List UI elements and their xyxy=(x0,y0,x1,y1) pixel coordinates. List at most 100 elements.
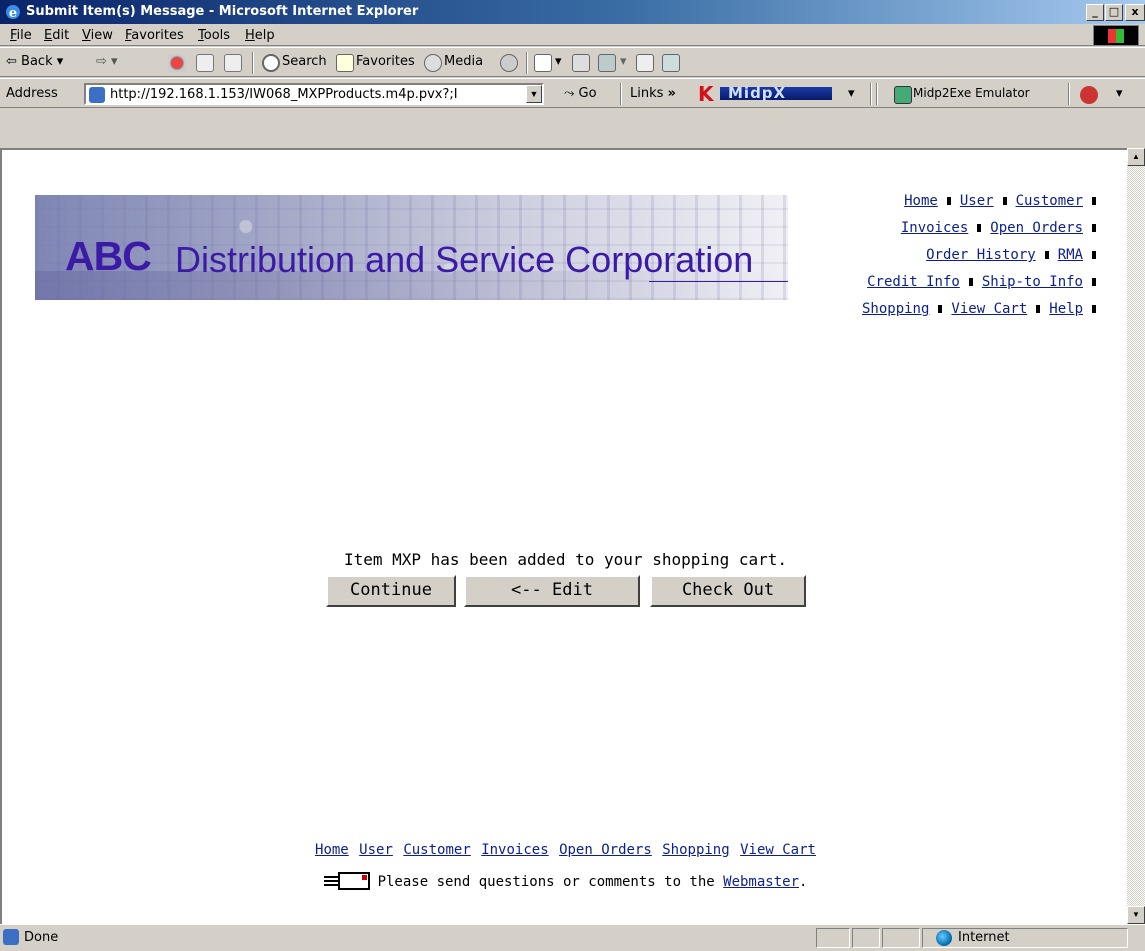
go-button[interactable]: ⤳ Go xyxy=(564,86,597,101)
toolbar-separator xyxy=(876,83,878,105)
svg-text:e: e xyxy=(9,6,17,21)
edit-button[interactable]: <-- Edit xyxy=(464,575,640,607)
nav-user[interactable]: User xyxy=(960,193,994,209)
title-bar: e Submit Item(s) Message - Microsoft Int… xyxy=(0,0,1145,24)
address-dropdown-button[interactable]: ▼ xyxy=(526,85,542,103)
menu-view[interactable]: View xyxy=(82,28,113,43)
address-input[interactable]: http://192.168.1.153/IW068_MXPProducts.m… xyxy=(84,83,544,105)
mail-icon[interactable] xyxy=(534,54,552,72)
links-button[interactable]: Links » xyxy=(630,86,676,101)
search-icon[interactable] xyxy=(262,54,280,72)
footer-nav-open-orders[interactable]: Open Orders xyxy=(559,842,652,858)
menu-help[interactable]: Help xyxy=(245,28,275,43)
footer-nav-home[interactable]: Home xyxy=(315,842,349,858)
menu-bar: File Edit View Favorites Tools Help xyxy=(0,24,1145,46)
address-label: Address xyxy=(6,86,58,101)
nav-open-orders[interactable]: Open Orders xyxy=(990,220,1083,236)
footer-nav-customer[interactable]: Customer xyxy=(403,842,470,858)
banner-company-name: Distribution and Service Corporation xyxy=(175,239,754,280)
back-button[interactable]: ⇦ Back ▾ xyxy=(6,54,63,69)
footer-contact: Please send questions or comments to the… xyxy=(2,870,1129,890)
scroll-track[interactable] xyxy=(1127,166,1145,906)
mail-dropdown[interactable]: ▾ xyxy=(555,54,562,69)
windows-logo-icon xyxy=(1093,25,1139,46)
midp2exe-button[interactable]: Midp2Exe Emulator xyxy=(913,86,1030,100)
favorites-button[interactable]: Favorites xyxy=(356,54,415,69)
nav-shopping[interactable]: Shopping xyxy=(862,301,929,317)
close-button[interactable]: x xyxy=(1125,4,1145,21)
forward-button[interactable]: ⇨ ▾ xyxy=(96,54,118,69)
scroll-up-button[interactable]: ▲ xyxy=(1127,148,1145,166)
nav-credit-info[interactable]: Credit Info xyxy=(867,274,960,290)
toolbar-separator xyxy=(526,52,528,74)
cart-confirmation-message: Item MXP has been added to your shopping… xyxy=(343,550,788,569)
back-label: Back xyxy=(21,54,53,69)
banner-abc: ABC xyxy=(65,233,152,279)
page-content: ABC Distribution and Service Corporation… xyxy=(0,148,1127,924)
scroll-down-button[interactable]: ▼ xyxy=(1127,906,1145,924)
edit-dropdown[interactable]: ▾ xyxy=(620,54,627,69)
footer-nav-user[interactable]: User xyxy=(359,842,393,858)
menu-favorites[interactable]: Favorites xyxy=(125,28,184,43)
status-text: Done xyxy=(24,930,59,945)
minimize-button[interactable]: _ xyxy=(1086,4,1104,21)
address-url[interactable]: http://192.168.1.153/IW068_MXPProducts.m… xyxy=(110,87,520,102)
menu-tools[interactable]: Tools xyxy=(198,28,230,43)
status-bar: Done Internet xyxy=(0,924,1145,951)
go-label: Go xyxy=(578,86,597,101)
footer-nav-view-cart[interactable]: View Cart xyxy=(740,842,816,858)
nav-help[interactable]: Help xyxy=(1049,301,1083,317)
history-icon[interactable] xyxy=(500,54,518,72)
nav-rma[interactable]: RMA xyxy=(1058,247,1083,263)
vertical-scrollbar[interactable]: ▲ ▼ xyxy=(1127,148,1145,924)
toolbar-separator xyxy=(1068,83,1070,105)
search-button[interactable]: Search xyxy=(282,54,327,69)
media-icon[interactable] xyxy=(424,54,442,72)
nav-customer[interactable]: Customer xyxy=(1016,193,1083,209)
midpx-label: MidpX xyxy=(728,84,787,102)
maximize-button[interactable]: □ xyxy=(1105,4,1123,21)
toolbar-separator xyxy=(870,83,872,105)
page-status-icon xyxy=(3,929,19,945)
continue-button[interactable]: Continue xyxy=(326,575,456,607)
footer-nav-invoices[interactable]: Invoices xyxy=(481,842,548,858)
action-buttons: Continue <-- Edit Check Out xyxy=(2,575,1129,607)
nav-order-history[interactable]: Order History xyxy=(926,247,1036,263)
midpx-dropdown[interactable]: ▾ xyxy=(848,86,855,101)
acrobat-dropdown[interactable]: ▾ xyxy=(1116,86,1123,101)
window-title: Submit Item(s) Message - Microsoft Inter… xyxy=(26,4,419,19)
internet-zone-icon xyxy=(936,930,952,946)
page-icon xyxy=(89,87,105,103)
favorites-icon[interactable] xyxy=(336,54,354,72)
nav-view-cart[interactable]: View Cart xyxy=(951,301,1027,317)
toolbar-separator xyxy=(252,52,254,74)
messenger-icon[interactable] xyxy=(662,54,680,72)
menu-edit[interactable]: Edit xyxy=(44,28,69,43)
edit-page-icon[interactable] xyxy=(598,54,616,72)
midpx-logo[interactable]: K MidpX xyxy=(698,82,838,106)
refresh-icon[interactable] xyxy=(196,54,214,72)
webmaster-link[interactable]: Webmaster xyxy=(723,874,799,890)
toolbar-separator xyxy=(620,83,622,105)
nav-ship-to-info[interactable]: Ship-to Info xyxy=(982,274,1083,290)
nav-home[interactable]: Home xyxy=(904,193,938,209)
menu-file[interactable]: File xyxy=(10,28,32,43)
mail-envelope-icon xyxy=(323,870,372,890)
discuss-icon[interactable] xyxy=(636,54,654,72)
acrobat-icon[interactable] xyxy=(1080,86,1098,104)
links-chevron-icon: » xyxy=(667,86,676,101)
print-icon[interactable] xyxy=(572,54,590,72)
home-icon[interactable] xyxy=(224,54,242,72)
address-bar: Address http://192.168.1.153/IW068_MXPPr… xyxy=(0,78,1145,108)
footer-nav-shopping[interactable]: Shopping xyxy=(662,842,729,858)
checkout-button[interactable]: Check Out xyxy=(650,575,806,607)
internet-explorer-icon: e xyxy=(6,5,20,21)
footer-period: . xyxy=(799,874,808,890)
standard-toolbar: ⇦ Back ▾ ⇨ ▾ Search Favorites Media ▾ ▾ xyxy=(0,47,1145,77)
stop-icon[interactable] xyxy=(168,54,186,72)
midp2exe-icon[interactable] xyxy=(894,86,912,104)
nav-invoices[interactable]: Invoices xyxy=(901,220,968,236)
security-zone: Internet xyxy=(958,930,1010,945)
midpx-k-icon: K xyxy=(698,82,714,106)
media-button[interactable]: Media xyxy=(444,54,483,69)
